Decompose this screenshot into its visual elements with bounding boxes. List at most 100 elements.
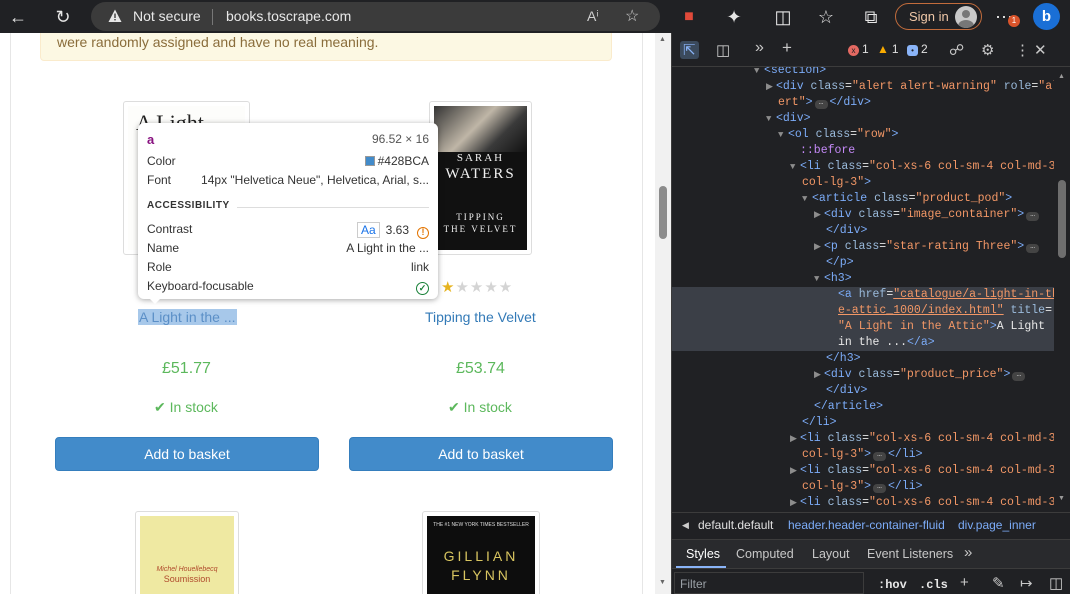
scroll-down-icon[interactable]: ▼ bbox=[659, 579, 666, 586]
styles-tab-bar: Styles Computed Layout Event Listeners » bbox=[672, 539, 1070, 569]
page-scrollbar[interactable]: ▲ ▼ bbox=[655, 33, 671, 594]
dom-node-li[interactable]: ▼ <li class="col-xs-6 col-sm-4 col-md-3 bbox=[672, 159, 1054, 175]
dom-node-ol-row[interactable]: ▼ <ol class="row"> bbox=[672, 127, 1054, 143]
dom-node-a-selected[interactable]: <a href="catalogue/a-light-in-th bbox=[672, 287, 1054, 303]
dom-node-div[interactable]: ▼ <div> bbox=[672, 111, 1054, 127]
device-toolbar-icon[interactable]: ◫ bbox=[716, 41, 730, 59]
dom-node-a-cont3[interactable]: in the ...</a> bbox=[672, 335, 1054, 351]
dom-node-li-4[interactable]: ▶ <li class="col-xs-6 col-sm-4 col-md-3 bbox=[672, 495, 1054, 507]
color-swatch bbox=[364, 156, 375, 166]
cover-photo bbox=[434, 106, 527, 152]
more-tabs-chevron-icon[interactable]: » bbox=[964, 544, 972, 561]
elements-tree[interactable]: ▼ <section> ▶ <div class="alert alert-warn… bbox=[672, 67, 1054, 507]
elements-scroll-thumb[interactable] bbox=[1058, 180, 1066, 258]
dom-node-li-2[interactable]: ▶ <li class="col-xs-6 col-sm-4 col-md-3 bbox=[672, 431, 1054, 447]
url-text[interactable]: books.toscrape.com bbox=[226, 8, 351, 24]
settings-gear-icon[interactable]: ⚙ bbox=[981, 41, 994, 59]
dom-node-a-cont1[interactable]: e-attic_1000/index.html" title= bbox=[672, 303, 1054, 319]
collections-icon[interactable]: ⧉ bbox=[859, 5, 883, 29]
favorite-star-icon[interactable]: ☆ bbox=[625, 6, 639, 26]
dom-node-star-rating[interactable]: ▶ <p class="star-rating Three">… bbox=[672, 239, 1054, 255]
breadcrumb-item[interactable]: header.header-container-fluid bbox=[788, 518, 945, 532]
contrast-value: 3.63 bbox=[385, 223, 409, 237]
breadcrumb-item[interactable]: div.page_inner bbox=[958, 518, 1036, 532]
dom-node-alert-cont[interactable]: ert">… </div> bbox=[672, 95, 1054, 111]
dom-node-li-close[interactable]: </li> bbox=[672, 415, 1054, 431]
paint-brush-icon[interactable]: ✎ bbox=[992, 574, 1005, 592]
breadcrumb-item[interactable]: default.default bbox=[698, 518, 773, 532]
dom-node-section[interactable]: ▼ <section> bbox=[672, 67, 1054, 79]
read-aloud-icon[interactable]: Aⁱ bbox=[587, 8, 599, 25]
sign-in-button[interactable]: Sign in bbox=[895, 3, 982, 30]
copilot-icon[interactable]: b bbox=[1033, 3, 1060, 30]
warning-count[interactable]: ▲ 1 bbox=[877, 42, 899, 56]
hov-toggle[interactable]: :hov bbox=[878, 578, 907, 592]
scroll-up-icon[interactable]: ▲ bbox=[659, 36, 666, 43]
close-devtools-icon[interactable]: ✕ bbox=[1034, 41, 1047, 59]
dom-node-div-close2[interactable]: </div> bbox=[672, 383, 1054, 399]
dom-node-li-3-cont[interactable]: col-lg-3">… </li> bbox=[672, 479, 1054, 495]
stock-status: ✔ In stock bbox=[154, 399, 218, 416]
check-icon: ✔ bbox=[448, 399, 464, 415]
address-bar[interactable]: Not secure books.toscrape.com Aⁱ ☆ bbox=[91, 2, 660, 31]
dom-node-before[interactable]: ::before bbox=[672, 143, 1054, 159]
info-count[interactable]: • 2 bbox=[907, 42, 928, 56]
product-image-soumission[interactable]: Michel Houellebecq Soumission bbox=[135, 511, 239, 594]
not-secure-label[interactable]: Not secure bbox=[133, 8, 201, 24]
product-title-link[interactable]: A Light in the ... bbox=[138, 309, 237, 325]
error-count[interactable]: x1 bbox=[848, 42, 869, 56]
scroll-down-icon[interactable]: ▼ bbox=[1058, 495, 1065, 502]
product-image-gone-girl[interactable]: THE #1 NEW YORK TIMES BESTSELLER GILLIAN… bbox=[422, 511, 540, 594]
dom-node-li-3[interactable]: ▶ <li class="col-xs-6 col-sm-4 col-md-3 bbox=[672, 463, 1054, 479]
dom-node-li-cont[interactable]: col-lg-3"> bbox=[672, 175, 1054, 191]
favorites-icon[interactable]: ☆ bbox=[814, 5, 838, 29]
notification-badge: 1 bbox=[1008, 15, 1020, 27]
add-to-basket-button[interactable]: Add to basket bbox=[55, 437, 319, 471]
breadcrumb-left-arrow-icon[interactable]: ◀ bbox=[682, 520, 689, 531]
connected-devices-icon[interactable]: ☍ bbox=[949, 41, 964, 59]
dom-node-li-2-cont[interactable]: col-lg-3">… </li> bbox=[672, 447, 1054, 463]
new-tab-plus-icon[interactable]: + bbox=[782, 38, 792, 58]
refresh-icon[interactable]: ↻ bbox=[51, 5, 75, 29]
cls-toggle[interactable]: .cls bbox=[919, 578, 948, 592]
dom-node-h3-close[interactable]: </h3> bbox=[672, 351, 1054, 367]
product-image-tipping-velvet[interactable]: SARAH WATERS TIPPING THE VELVET bbox=[429, 101, 532, 255]
inspect-element-icon[interactable]: ⇱ bbox=[680, 41, 699, 59]
issue-counters[interactable]: x1 ▲ 1 • 2 bbox=[840, 40, 964, 60]
contrast-warning-icon: ! bbox=[417, 227, 429, 239]
dom-node-image-container[interactable]: ▶ <div class="image_container">… bbox=[672, 207, 1054, 223]
back-arrow-icon[interactable]: ← bbox=[6, 5, 30, 29]
toggle-sidebar-icon[interactable]: ↦ bbox=[1020, 574, 1033, 592]
accessibility-section-label: ACCESSIBILITY bbox=[147, 200, 230, 211]
dom-node-product-price[interactable]: ▶ <div class="product_price">… bbox=[672, 367, 1054, 383]
scroll-up-icon[interactable]: ▲ bbox=[1058, 73, 1065, 80]
tab-styles[interactable]: Styles bbox=[686, 547, 720, 561]
computed-sidebar-icon[interactable]: ◫ bbox=[1049, 574, 1063, 592]
dom-node-alert[interactable]: ▶ <div class="alert alert-warning" role="… bbox=[672, 79, 1054, 95]
tab-event-listeners[interactable]: Event Listeners bbox=[867, 547, 953, 561]
extension-red-icon[interactable]: ■ bbox=[677, 5, 701, 29]
split-screen-icon[interactable]: ◫ bbox=[771, 5, 795, 29]
contrast-sample: Aa bbox=[356, 222, 380, 238]
filter-input[interactable]: Filter bbox=[674, 572, 864, 594]
inspect-tooltip: a 96.52 × 16 Color #428BCA Font 14px "He… bbox=[138, 123, 438, 304]
dom-node-h3[interactable]: ▼ <h3> bbox=[672, 271, 1054, 287]
dom-node-p-close[interactable]: </p> bbox=[672, 255, 1054, 271]
dom-node-article-close[interactable]: </article> bbox=[672, 399, 1054, 415]
devtools-toolbar: ⇱ ◫ » + x1 ▲ 1 • 2 ☍ ⚙ ⋮ ✕ bbox=[672, 33, 1070, 67]
tooltip-header: a 96.52 × 16 bbox=[147, 132, 429, 148]
sign-in-label: Sign in bbox=[909, 9, 949, 24]
page-scroll-thumb[interactable] bbox=[659, 186, 667, 239]
more-tabs-chevron-icon[interactable]: » bbox=[755, 39, 764, 57]
elements-scrollbar[interactable]: ▲ ▼ bbox=[1054, 67, 1070, 507]
tab-computed[interactable]: Computed bbox=[736, 547, 794, 561]
dom-node-a-cont2[interactable]: "A Light in the Attic">A Light bbox=[672, 319, 1054, 335]
dom-node-div-close[interactable]: </div> bbox=[672, 223, 1054, 239]
new-rule-plus-icon[interactable]: + bbox=[960, 574, 969, 591]
extensions-puzzle-icon[interactable]: ✦ bbox=[722, 5, 746, 29]
add-to-basket-button[interactable]: Add to basket bbox=[349, 437, 613, 471]
customize-menu-icon[interactable]: ⋮ bbox=[1015, 41, 1030, 59]
tab-layout[interactable]: Layout bbox=[812, 547, 850, 561]
product-title-link[interactable]: Tipping the Velvet bbox=[425, 309, 536, 325]
dom-node-article[interactable]: ▼ <article class="product_pod"> bbox=[672, 191, 1054, 207]
